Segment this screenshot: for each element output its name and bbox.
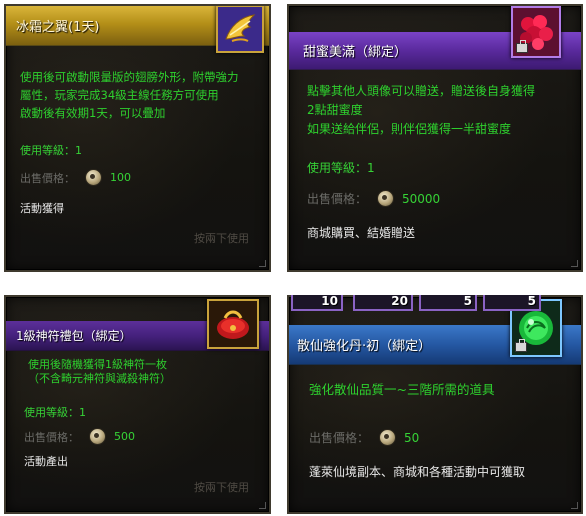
coin-icon [89,428,106,445]
item-tooltip-rune-gift-pack: 1級神符禮包（綁定） 使用後隨機獲得1級神符一枚 （不含畸元神符與滅殺神符） 使… [4,295,271,514]
sell-price-value: 50 [404,430,420,445]
item-slot[interactable]: 5 [483,295,541,311]
item-slot[interactable]: 5 [419,295,477,311]
sell-price-label: 出售價格： [307,192,368,206]
item-slot[interactable]: 10 [291,295,343,311]
coin-icon [377,190,395,207]
sell-price-row: 出售價格： 500 [24,428,135,445]
coin-icon [85,169,102,186]
sell-price-row: 出售價格： 100 [20,169,131,186]
bag-icon [515,339,527,352]
red-hearts-icon [511,6,561,58]
resize-grip [259,260,266,267]
use-level: 使用等級：1 [24,406,86,419]
coin-icon [379,429,397,446]
sell-price-value: 100 [110,171,131,184]
resize-grip [571,260,578,267]
use-level: 使用等級：1 [20,144,82,157]
item-title: 冰霜之翼(1天) [16,20,100,35]
item-tooltip-frost-wings: 冰霜之翼(1天) 使用後可啟動限量版的翅膀外形，附帶強力 屬性，玩家完成34級主… [4,4,271,272]
item-description: 強化散仙品質一~三階所需的道具 [309,382,495,397]
use-level: 使用等級：1 [307,161,375,175]
item-source: 活動獲得 [20,202,64,215]
double-click-hint: 按兩下使用 [194,481,249,494]
item-description: 使用後隨機獲得1級神符一枚 （不含畸元神符與滅殺神符） [28,358,171,385]
sell-price-label: 出售價格： [24,430,79,444]
item-description: 點擊其他人頭像可以贈送，贈送後自身獲得 2點甜蜜度 如果送給伴侶，則伴侶獲得一半… [307,84,536,136]
resize-grip [571,502,578,509]
double-click-hint: 按兩下使用 [194,232,249,245]
item-slot[interactable]: 20 [353,295,413,311]
sell-price-value: 50000 [402,191,441,206]
sell-price-row: 出售價格： 50 [309,429,419,446]
item-tooltip-sweet-bliss: 甜蜜美滿（綁定） 點擊其他人頭像可以贈送，贈送後自身獲得 2點甜蜜度 如果送給伴… [287,4,583,272]
resize-grip [259,502,266,509]
item-tooltip-immortal-pill: 散仙強化丹·初（綁定） 強化散仙品質一~三階所需的道具 出售價格： 50 蓬萊仙… [287,295,583,514]
sell-price-row: 出售價格： 50000 [307,190,440,207]
item-title: 1級神符禮包（綁定） [16,329,132,343]
frost-wings-icon [216,6,264,53]
item-title: 散仙強化丹·初（綁定） [297,339,432,354]
sell-price-label: 出售價格： [309,431,370,445]
item-slot-bar: 10 20 5 5 [287,295,583,313]
sell-price-value: 500 [114,430,135,443]
item-title: 甜蜜美滿（綁定） [303,45,408,60]
item-source: 商城購買、結婚贈送 [307,226,416,240]
item-source: 蓬萊仙境副本、商城和各種活動中可獲取 [309,465,526,479]
sell-price-label: 出售價格： [20,171,75,185]
red-gift-pouch-icon [207,299,259,349]
item-description: 使用後可啟動限量版的翅膀外形，附帶強力 屬性，玩家完成34級主線任務方可使用 啟… [20,70,239,120]
bag-icon [516,40,528,53]
item-source: 活動產出 [24,455,68,468]
